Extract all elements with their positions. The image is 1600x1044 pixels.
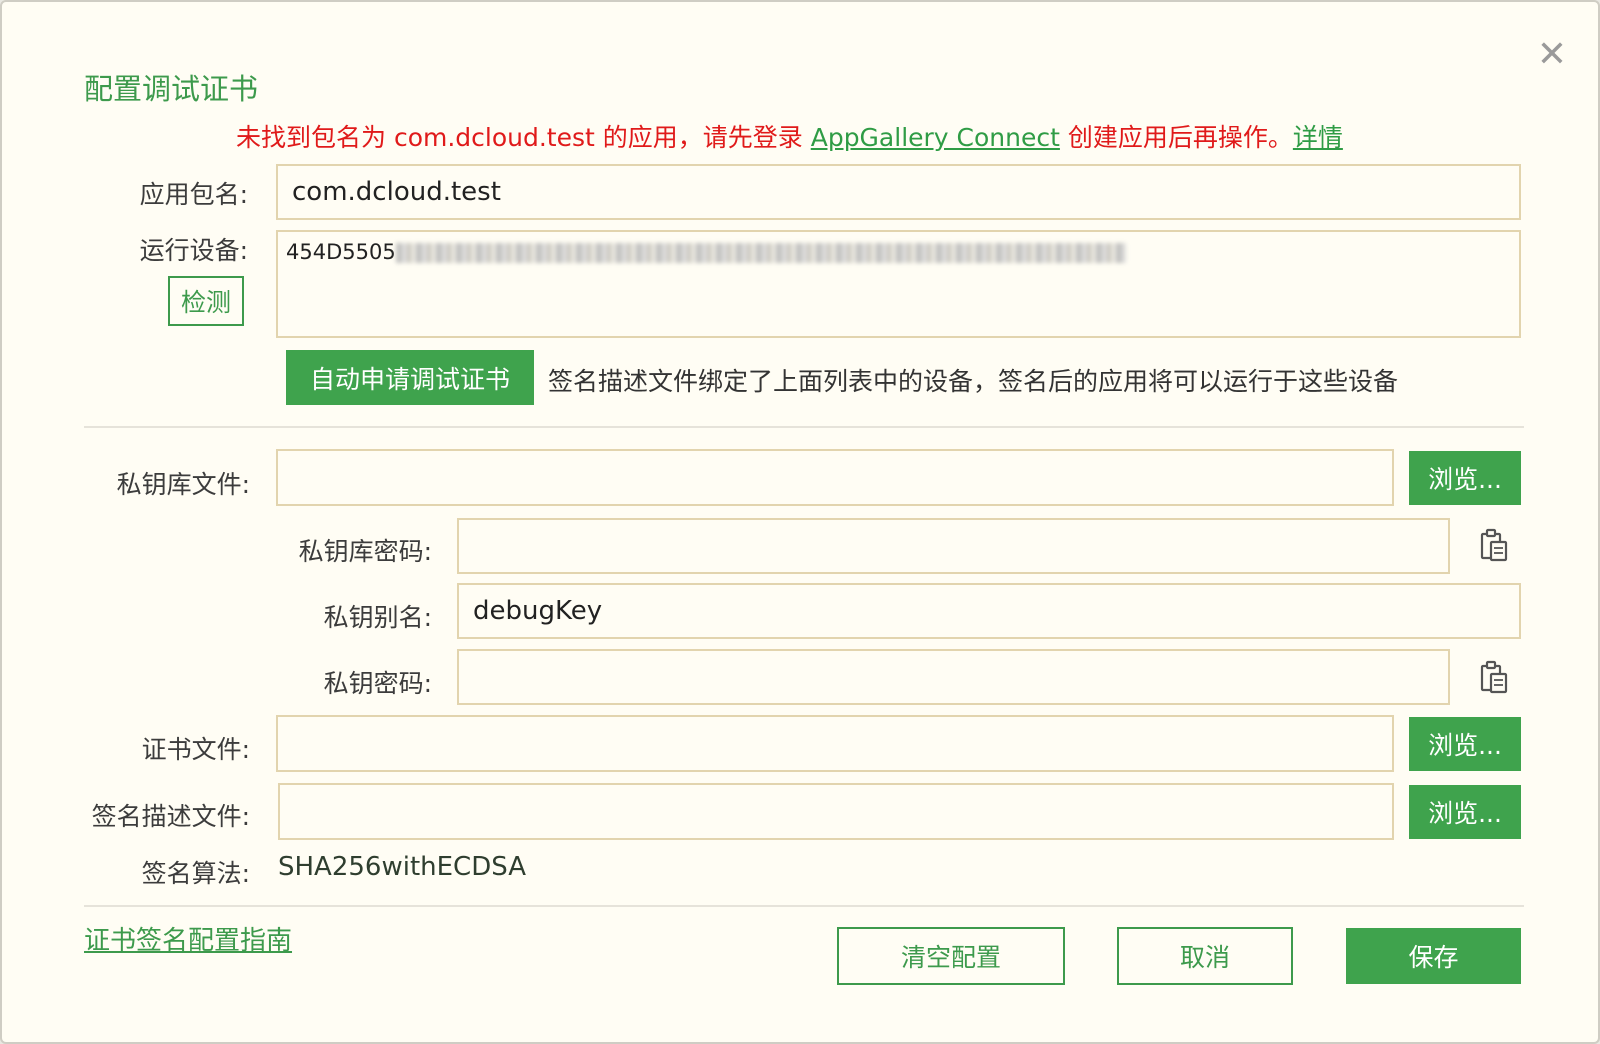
package-name-label: 应用包名: bbox=[139, 180, 248, 209]
device-id-text: 454D5505 bbox=[286, 240, 396, 264]
key-alias-value: debugKey bbox=[473, 596, 603, 626]
cert-guide-link[interactable]: 证书签名配置指南 bbox=[84, 920, 292, 957]
auto-apply-cert-button[interactable]: 自动申请调试证书 bbox=[286, 350, 534, 405]
keystore-file-label: 私钥库文件: bbox=[116, 470, 250, 499]
divider-top bbox=[84, 426, 1524, 428]
details-link[interactable]: 详情 bbox=[1293, 123, 1343, 152]
cert-file-label: 证书文件: bbox=[141, 735, 250, 764]
save-button[interactable]: 保存 bbox=[1346, 928, 1521, 984]
error-message: 未找到包名为 com.dcloud.test 的应用，请先登录 AppGalle… bbox=[236, 118, 1343, 154]
error-suffix: 创建应用后再操作。 bbox=[1059, 123, 1293, 152]
divider-bottom bbox=[84, 905, 1524, 907]
redacted-device-id bbox=[395, 243, 1126, 263]
key-alias-field[interactable]: debugKey bbox=[457, 583, 1521, 639]
algorithm-label: 签名算法: bbox=[141, 859, 250, 888]
package-name-field[interactable]: com.dcloud.test bbox=[276, 164, 1521, 220]
clipboard-icon[interactable] bbox=[1479, 528, 1509, 562]
algorithm-value: SHA256withECDSA bbox=[278, 852, 527, 882]
package-name-value: com.dcloud.test bbox=[292, 177, 501, 207]
close-icon[interactable]: ✕ bbox=[1532, 35, 1572, 75]
cert-file-field[interactable] bbox=[276, 715, 1394, 772]
clear-config-button[interactable]: 清空配置 bbox=[837, 927, 1065, 985]
browse-cert-button[interactable]: 浏览... bbox=[1409, 717, 1521, 771]
keystore-file-field[interactable] bbox=[276, 449, 1394, 506]
config-debug-cert-dialog: ✕ 配置调试证书 未找到包名为 com.dcloud.test 的应用，请先登录… bbox=[0, 0, 1600, 1044]
error-prefix: 未找到包名为 com.dcloud.test 的应用，请先登录 bbox=[236, 123, 811, 152]
detect-button[interactable]: 检测 bbox=[168, 276, 244, 326]
cancel-button[interactable]: 取消 bbox=[1117, 927, 1293, 985]
key-password-label: 私钥密码: bbox=[323, 669, 432, 698]
keystore-password-field[interactable] bbox=[457, 518, 1450, 574]
auto-apply-note: 签名描述文件绑定了上面列表中的设备，签名后的应用将可以运行于这些设备 bbox=[548, 367, 1399, 396]
device-list[interactable]: 454D5505 bbox=[276, 230, 1521, 338]
key-alias-label: 私钥别名: bbox=[323, 603, 432, 632]
keystore-password-label: 私钥库密码: bbox=[298, 537, 432, 566]
dialog-title: 配置调试证书 bbox=[84, 72, 259, 106]
browse-keystore-button[interactable]: 浏览... bbox=[1409, 451, 1521, 505]
device-label: 运行设备: bbox=[139, 236, 248, 265]
appgallery-connect-link[interactable]: AppGallery Connect bbox=[811, 123, 1060, 152]
clipboard-icon[interactable] bbox=[1479, 660, 1509, 694]
key-password-field[interactable] bbox=[457, 649, 1450, 705]
profile-file-label: 签名描述文件: bbox=[91, 802, 250, 831]
browse-profile-button[interactable]: 浏览... bbox=[1409, 785, 1521, 839]
profile-file-field[interactable] bbox=[278, 783, 1394, 840]
